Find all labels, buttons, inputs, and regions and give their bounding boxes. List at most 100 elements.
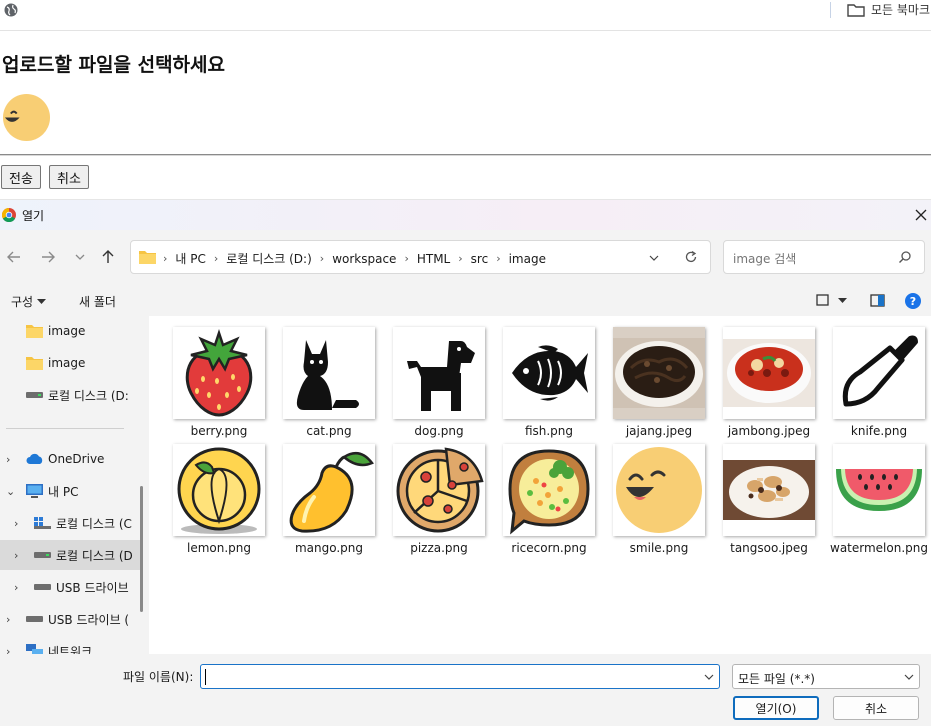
nav-item-onedrive[interactable]: › OneDrive (0, 444, 149, 474)
drive-icon (26, 392, 43, 398)
chevron-right-icon[interactable]: › (6, 645, 10, 655)
chevron-right-icon[interactable]: › (404, 252, 408, 265)
chevron-down-icon[interactable] (903, 671, 915, 683)
text-caret (205, 669, 206, 685)
chevron-right-icon[interactable]: › (14, 517, 18, 530)
nav-item-label: USB 드라이브 (56, 580, 129, 595)
chevron-right-icon: › (163, 252, 168, 265)
organize-menu-button[interactable]: 구성 (11, 293, 47, 310)
chevron-right-icon[interactable]: › (6, 453, 10, 466)
address-bar[interactable]: › 내 PC › 로컬 디스크 (D:) › workspace › HTML … (130, 240, 711, 274)
refresh-icon[interactable] (684, 250, 698, 264)
nav-item-usb-drive-2[interactable]: › USB 드라이브 ( (0, 604, 149, 634)
filetype-value: 모든 파일 (*.*) (738, 672, 815, 686)
all-bookmarks-button[interactable]: 모든 북마크 (847, 1, 930, 18)
globe-icon[interactable] (4, 3, 18, 17)
folder-icon (139, 251, 156, 264)
nav-item-image[interactable]: image (0, 348, 149, 378)
open-button[interactable]: 열기(O) (733, 696, 819, 720)
file-item[interactable]: ricecorn.png (484, 441, 595, 559)
ricecorn-icon (503, 444, 595, 536)
caret-down-icon (37, 298, 47, 304)
breadcrumb-item[interactable]: HTML (417, 252, 450, 266)
breadcrumb-item[interactable]: image (509, 252, 546, 266)
chevron-down-icon[interactable] (703, 671, 715, 683)
pc-icon (26, 483, 43, 498)
navigation-bar: › 내 PC › 로컬 디스크 (D:) › workspace › HTML … (0, 230, 931, 286)
file-name: knife.png (850, 424, 908, 438)
chevron-right-icon[interactable]: › (6, 613, 10, 626)
new-folder-button[interactable]: 새 폴더 (79, 293, 116, 310)
breadcrumb-item[interactable]: 내 PC (175, 250, 205, 267)
nav-item-this-pc[interactable]: ⌄ 내 PC (0, 476, 149, 506)
file-item[interactable]: pizza.png (374, 441, 485, 559)
breadcrumb-item[interactable]: workspace (332, 252, 396, 266)
filetype-select[interactable]: 모든 파일 (*.*) (732, 664, 920, 689)
file-name: watermelon.png (830, 541, 928, 555)
search-input[interactable]: image 검색 (733, 250, 796, 267)
navigation-pane: image image 로컬 디스크 (D: › OneDrive ⌄ 내 PC… (0, 316, 149, 654)
chevron-right-icon[interactable]: › (14, 581, 18, 594)
breadcrumb-item[interactable]: src (471, 252, 489, 266)
file-item[interactable]: jambong.jpeg (704, 324, 815, 442)
file-item[interactable]: dog.png (374, 324, 485, 442)
toolbar-divider (830, 2, 831, 18)
view-mode-icon[interactable] (816, 294, 830, 307)
nav-item-local-disk-d[interactable]: 로컬 디스크 (D: (0, 380, 149, 410)
dialog-cancel-button[interactable]: 취소 (833, 696, 919, 720)
forward-arrow-icon[interactable] (40, 249, 56, 265)
cloud-icon (26, 453, 43, 464)
file-item[interactable]: cat.png (264, 324, 375, 442)
search-box[interactable]: image 검색 (723, 240, 925, 274)
divider (0, 154, 931, 156)
up-arrow-icon[interactable] (100, 249, 116, 265)
file-item[interactable]: tangsoo.jpeg (704, 441, 815, 559)
nav-item-network[interactable]: › 네트워크 (0, 636, 149, 654)
chevron-down-icon[interactable]: ⌄ (6, 485, 15, 498)
svg-text:?: ? (910, 295, 916, 308)
mango-icon (283, 444, 375, 536)
watermelon-icon (833, 444, 925, 536)
browser-toolbar: 모든 북마크 (0, 0, 931, 31)
nav-item-label: USB 드라이브 ( (48, 612, 130, 627)
file-item[interactable]: berry.png (154, 324, 265, 442)
file-item[interactable]: smile.png (594, 441, 705, 559)
help-icon[interactable]: ? (905, 293, 921, 309)
back-arrow-icon[interactable] (6, 249, 22, 265)
file-item[interactable]: knife.png (814, 324, 925, 442)
chevron-right-icon[interactable]: › (496, 252, 500, 265)
chrome-icon (2, 208, 16, 222)
chevron-right-icon[interactable]: › (14, 549, 18, 562)
page-cancel-button[interactable]: 취소 (49, 165, 89, 189)
close-icon[interactable] (914, 208, 928, 222)
file-open-dialog: 열기 › 내 PC › 로컬 디스크 (D:) › workspace › HT… (0, 199, 931, 726)
breadcrumb-item[interactable]: 로컬 디스크 (D:) (226, 250, 311, 267)
nav-divider (6, 428, 124, 429)
tangsoo-photo (723, 444, 815, 536)
nav-item-usb-drive[interactable]: › USB 드라이브 (0, 572, 149, 602)
file-item[interactable]: jajang.jpeg (594, 324, 705, 442)
caret-down-icon[interactable] (838, 298, 847, 304)
file-item[interactable]: lemon.png (154, 441, 265, 559)
filename-input[interactable] (200, 664, 720, 689)
preview-pane-icon[interactable] (870, 294, 885, 307)
nav-item-label: 로컬 디스크 (C (56, 516, 132, 531)
file-item[interactable]: fish.png (484, 324, 595, 442)
file-item[interactable]: watermelon.png (814, 441, 928, 559)
chevron-down-icon[interactable] (648, 252, 660, 264)
file-item[interactable]: mango.png (264, 441, 375, 559)
page-title: 업로드할 파일을 선택하세요 (2, 54, 225, 76)
chevron-right-icon[interactable]: › (458, 252, 462, 265)
nav-item-local-disk-c[interactable]: › 로컬 디스크 (C (0, 508, 149, 538)
nav-item-local-disk-d-selected[interactable]: › 로컬 디스크 (D (0, 540, 140, 570)
submit-button[interactable]: 전송 (1, 165, 41, 189)
nav-item-image[interactable]: image (0, 316, 149, 346)
chevron-right-icon[interactable]: › (214, 252, 218, 265)
nav-scrollbar[interactable] (140, 486, 143, 612)
recent-locations-chevron-icon[interactable] (72, 249, 88, 265)
search-icon[interactable] (898, 250, 912, 264)
drive-icon (34, 552, 51, 558)
chevron-right-icon[interactable]: › (320, 252, 324, 265)
jambong-photo (723, 327, 815, 419)
windows-drive-icon (34, 517, 51, 529)
